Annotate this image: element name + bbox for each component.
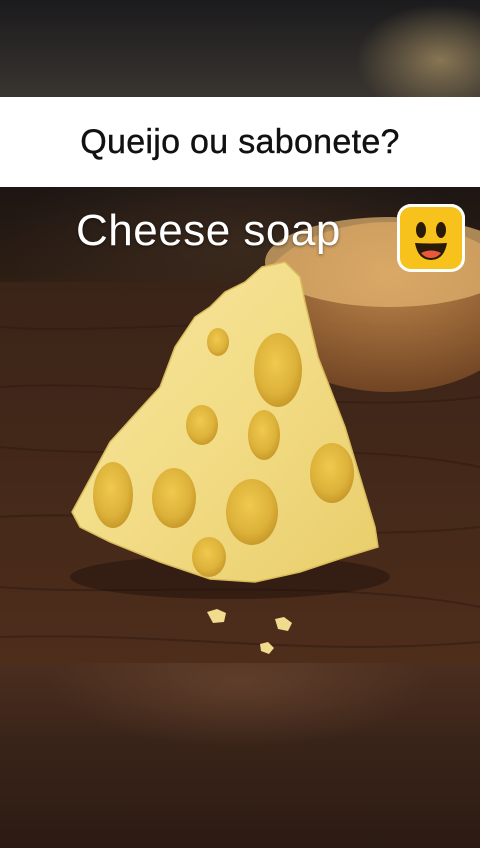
blurred-bottom-background <box>0 663 480 848</box>
overlay-label: Cheese soap <box>76 206 341 255</box>
blurred-top-background <box>0 0 480 100</box>
grinning-face-icon <box>397 204 465 272</box>
caption-banner: Queijo ou sabonete? <box>0 97 480 187</box>
caption-text: Queijo ou sabonete? <box>80 122 400 161</box>
